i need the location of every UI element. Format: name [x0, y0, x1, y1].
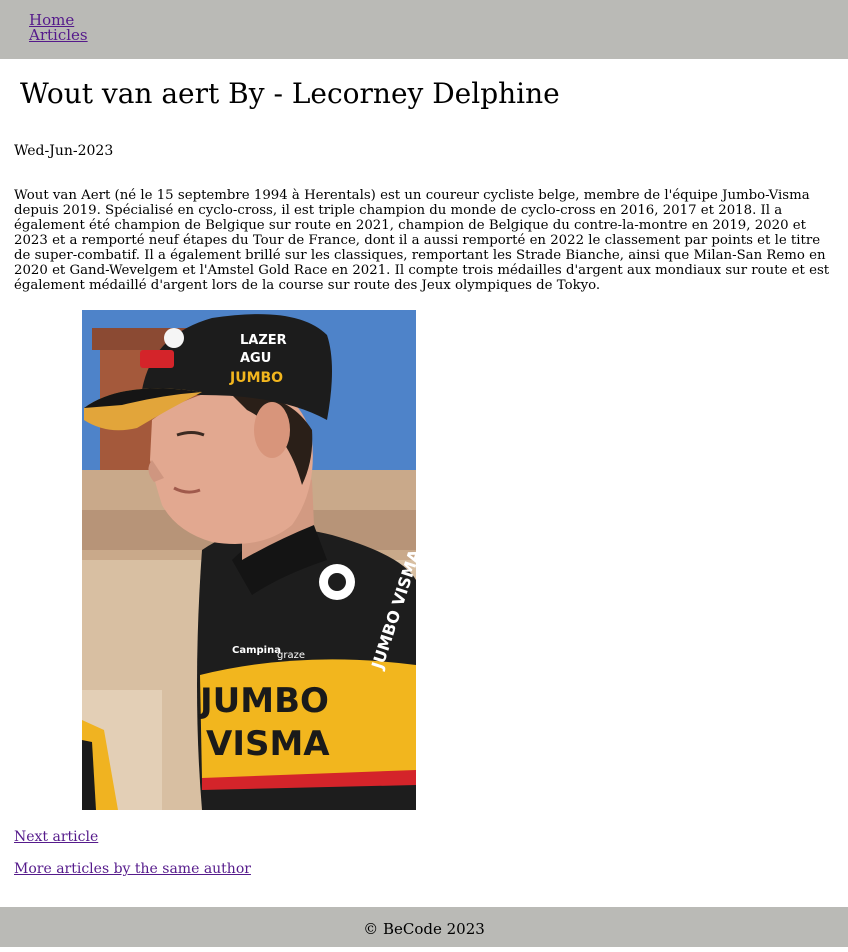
- nav-list: Home Articles: [29, 13, 88, 43]
- next-article-link[interactable]: Next article: [14, 829, 98, 845]
- jersey-text-graze: graze: [277, 650, 305, 661]
- cap-text-jumbo: JUMBO: [229, 370, 283, 386]
- footer-copyright: © BeCode 2023: [363, 920, 485, 938]
- article-title: Wout van aert By - Lecorney Delphine: [20, 77, 560, 110]
- cyclist-photo: LAZER AGU JUMBO Campina graze JUMBO VISM…: [82, 310, 416, 810]
- nav-item-articles: Articles: [29, 28, 88, 43]
- article-date: Wed-Jun-2023: [14, 143, 114, 159]
- cap-text-lazer: LAZER: [240, 333, 287, 348]
- article-image: LAZER AGU JUMBO Campina graze JUMBO VISM…: [82, 310, 416, 810]
- jersey-text-jumbo: JUMBO: [198, 681, 329, 721]
- more-by-author-link[interactable]: More articles by the same author: [14, 861, 251, 877]
- article-content: Wout van Aert (né le 15 septembre 1994 à…: [14, 188, 830, 293]
- jersey-text-campina: Campina: [232, 645, 281, 656]
- top-navigation: Home Articles: [0, 0, 848, 59]
- footer: © BeCode 2023: [0, 907, 848, 947]
- cap-sponsor-patch: [140, 350, 174, 368]
- nav-link-articles[interactable]: Articles: [29, 26, 88, 44]
- ear: [254, 402, 290, 458]
- jersey-text-visma: VISMA: [206, 724, 330, 764]
- cap-text-agu: AGU: [240, 351, 271, 366]
